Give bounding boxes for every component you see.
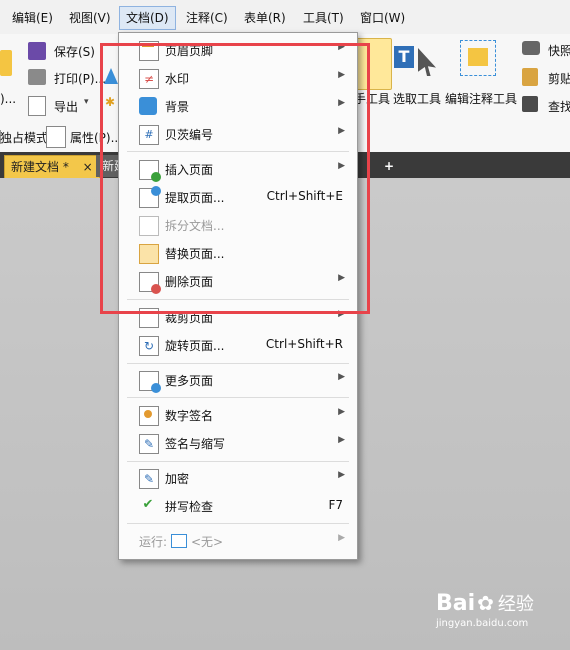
submenu-arrow-icon: ▶ <box>338 435 345 445</box>
submenu-arrow-icon: ▶ <box>338 407 345 417</box>
folder-icon[interactable] <box>0 50 12 76</box>
spell-check-icon: ✔ <box>142 497 154 512</box>
run-value: <无> <box>191 535 224 549</box>
menu-bar: 编辑(E) 视图(V) 文档(D) 注释(C) 表单(R) 工具(T) 窗口(W… <box>0 0 570 35</box>
digital-signature-icon <box>139 406 159 426</box>
run-action-icon <box>171 534 187 548</box>
submenu-arrow-icon: ▶ <box>338 372 345 382</box>
save-icon <box>28 42 46 60</box>
menu-tools[interactable]: 工具(T) <box>303 9 344 27</box>
menu-separator <box>127 523 349 524</box>
menu-form[interactable]: 表单(R) <box>244 9 286 27</box>
paw-icon: ✿ <box>477 591 494 615</box>
printer-icon <box>28 69 46 85</box>
menu-document[interactable]: 文档(D) <box>119 6 176 30</box>
sign-pen-icon: ✎ <box>139 434 159 454</box>
menu-item-label: 签名与缩写 <box>165 437 226 451</box>
add-tab-icon[interactable]: + <box>380 155 398 177</box>
menu-item-run: 运行: <无> ▶ <box>119 529 357 553</box>
menu-separator <box>127 397 349 398</box>
edit-annotation-tool-button[interactable]: 编辑注释工具 <box>445 90 517 107</box>
camera-icon <box>522 41 540 55</box>
menu-item-sign-initials[interactable]: ✎ 签名与缩写 ▶ <box>119 431 357 455</box>
menu-item-label: 运行: <box>139 535 168 549</box>
edit-annotation-icon <box>460 40 496 76</box>
export-button[interactable]: 导出 <box>54 98 78 115</box>
export-icon <box>28 96 46 116</box>
menu-item-label: 数字签名 <box>165 409 214 423</box>
submenu-arrow-icon: ▶ <box>338 470 345 480</box>
menu-item-label: 旋转页面... <box>165 339 225 353</box>
menu-item-spell-check[interactable]: ✔ 拼写检查 F7 <box>119 494 357 518</box>
menu-view[interactable]: 视图(V) <box>69 9 111 27</box>
clipboard-icon <box>522 68 538 86</box>
menu-item-more-pages[interactable]: 更多页面 ▶ <box>119 368 357 393</box>
export-dropdown-icon[interactable]: ▾ <box>84 97 89 107</box>
menu-item-rotate-pages[interactable]: ↻ 旋转页面... Ctrl+Shift+R <box>119 333 357 357</box>
menu-item-label: 更多页面 <box>165 374 214 388</box>
more-pages-icon <box>139 371 161 393</box>
tab-new-document-active[interactable]: 新建文档 * × <box>4 155 100 179</box>
menu-item-label: 拼写检查 <box>165 500 214 514</box>
find-button[interactable]: 查找 <box>548 98 570 115</box>
baidu-jingyan-watermark: Bai ✿ 经验 jingyan.baidu.com <box>436 590 534 629</box>
menu-item-encrypt[interactable]: ✎ 加密 ▶ <box>119 466 357 490</box>
save-button[interactable]: 保存(S) <box>54 43 95 60</box>
menu-item-digital-signature[interactable]: 数字签名 ▶ <box>119 403 357 427</box>
select-tool-button[interactable]: 选取工具 <box>393 90 441 107</box>
ribbon-partial-label: )... <box>0 92 17 106</box>
submenu-arrow-icon: ▶ <box>338 533 345 543</box>
tab-close-icon[interactable]: × <box>83 160 93 174</box>
encrypt-icon: ✎ <box>139 469 159 489</box>
properties-icon <box>46 126 66 148</box>
read-mode-button[interactable]: 独占模式 <box>0 129 48 146</box>
watermark-brand-suffix: 经验 <box>497 594 534 615</box>
menu-window[interactable]: 窗口(W) <box>360 9 405 27</box>
menu-item-shortcut: Ctrl+Shift+R <box>265 337 343 351</box>
print-button[interactable]: 打印(P)... <box>54 70 106 87</box>
rotate-pages-icon: ↻ <box>139 336 159 356</box>
menu-edit[interactable]: 编辑(E) <box>12 9 53 27</box>
menu-item-shortcut: F7 <box>328 498 343 512</box>
tab-label: 新建文档 * <box>11 160 69 174</box>
highlight-annotation-box <box>100 43 370 314</box>
find-icon <box>522 96 538 112</box>
menu-separator <box>127 363 349 364</box>
menu-comment[interactable]: 注释(C) <box>186 9 228 27</box>
cursor-icon <box>418 48 436 76</box>
text-select-icon: T <box>394 46 414 68</box>
menu-separator <box>127 461 349 462</box>
menu-item-label: 加密 <box>165 472 190 486</box>
clipboard-button[interactable]: 剪贴 <box>548 70 570 87</box>
snapshot-button[interactable]: 快照 <box>548 42 570 59</box>
watermark-brand: Bai <box>436 591 476 616</box>
watermark-url: jingyan.baidu.com <box>436 618 529 629</box>
